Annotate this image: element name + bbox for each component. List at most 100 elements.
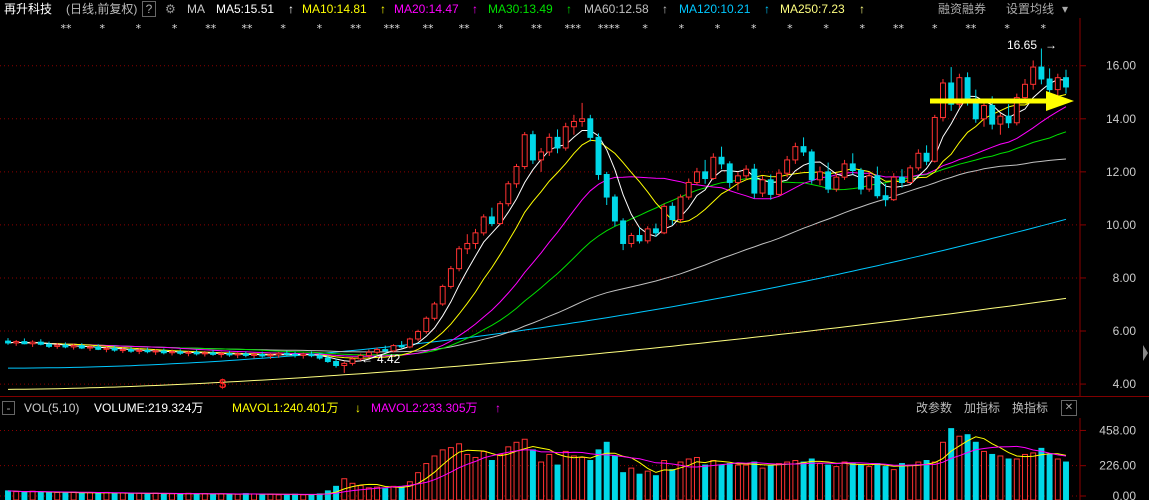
volume-bar [751,461,758,500]
volume-chart[interactable]: 458.00 226.00 0.00 [0,418,1149,500]
volume-bar [152,492,159,500]
event-markers: ** * * * ** ** * * ** *** ** ** * ** *** **** * * * * * * * ** *… [61,22,1047,35]
event-marker: * [642,22,648,35]
candle [406,337,413,349]
candle [890,173,897,202]
volume-bar [603,441,610,500]
ma-label: MA [187,2,205,16]
add-indicator-button[interactable]: 加指标 [964,398,1000,418]
price-chart[interactable]: ** * * * ** ** * * ** *** ** ** * ** *** **** * * * * * * * ** *… [0,18,1149,396]
collapse-button[interactable]: - [2,401,15,415]
ma60-arrow: ↑ [662,2,668,16]
volume-bar [185,492,192,500]
candle [78,343,85,350]
candle [751,163,758,199]
volume-bar [1022,453,1028,500]
candle [177,349,184,355]
volume-bar [103,491,110,500]
candle-body [78,345,85,349]
moving-average-lines [7,78,1067,390]
volume-bar [808,458,815,500]
candle-body [447,268,454,287]
candle-body [620,220,627,244]
candle-body [324,357,331,363]
volume-bar [866,466,873,500]
volume-bar [825,464,832,500]
close-icon[interactable]: ✕ [1061,400,1077,416]
candle [497,201,504,225]
chevron-down-icon[interactable]: ▾ [1062,0,1068,18]
volume-bar [54,491,61,500]
stock-name: 再升科技 [4,2,53,16]
event-marker: * [679,22,685,35]
ma5-arrow: ↑ [288,2,294,16]
candle-body [890,176,897,201]
help-button[interactable]: ? [142,1,156,17]
ma10-arrow: ↑ [380,2,386,16]
candle-body [833,176,840,190]
candle-body [210,352,216,355]
volume-bar [948,428,955,500]
volume-bar [775,463,782,500]
ma120-value: MA120:10.21 [679,2,751,16]
ma250-value: MA250:7.23 [780,2,845,16]
candle-body [849,163,856,172]
price-tick-label: 12.00 [1106,165,1136,179]
volume-bar [579,456,586,500]
margin-trading-button[interactable]: 融资融券 [938,0,986,18]
volume-bar [111,493,118,500]
volume-bar [529,449,536,500]
candle [997,113,1004,135]
volume-bar [13,491,20,500]
candle [743,165,750,180]
volume-bar [275,494,282,500]
candle-body [595,136,602,176]
volume-bar [234,493,241,500]
ma10-line [7,94,1067,359]
candle-body [767,179,774,195]
candle-body [775,172,782,195]
candle-body [874,175,881,197]
candle [554,129,561,154]
candle-body [283,352,290,355]
candle-body [185,351,192,354]
candle-body [488,216,495,225]
volume-bar [989,453,996,500]
volume-bar [743,464,750,500]
candle-body [669,205,676,221]
volume-bar [464,453,471,500]
edit-params-button[interactable]: 改参数 [916,398,952,418]
candle-body [603,174,610,198]
candle [669,202,676,225]
candle-body [784,159,791,174]
set-ma-button[interactable]: 设置均线 [1006,0,1054,18]
scroll-right-handle[interactable] [1143,345,1148,361]
candle [398,341,405,349]
candle-body [710,156,717,179]
candle-body [456,248,463,270]
volume-bar [841,461,848,500]
candle-body [46,343,52,347]
candle [1063,69,1069,94]
candle [693,167,700,186]
candle [915,149,922,171]
volume-bar [587,460,594,500]
event-marker: * [1041,22,1047,35]
volume-bar [218,493,225,500]
candle [193,349,200,356]
candle-body [931,116,938,162]
candle-body [981,105,987,120]
candle-body [570,120,577,128]
ma120-line [8,218,1067,369]
candle [972,89,979,123]
candle [595,133,602,180]
volume-bar [70,491,77,500]
volume-bar [546,453,553,500]
candle-body [300,353,307,356]
candle [841,159,848,180]
candle-body [111,347,118,351]
candle-body [792,146,799,161]
candle [570,114,577,135]
gear-icon[interactable]: ⚙ [165,0,176,18]
switch-indicator-button[interactable]: 换指标 [1012,398,1048,418]
